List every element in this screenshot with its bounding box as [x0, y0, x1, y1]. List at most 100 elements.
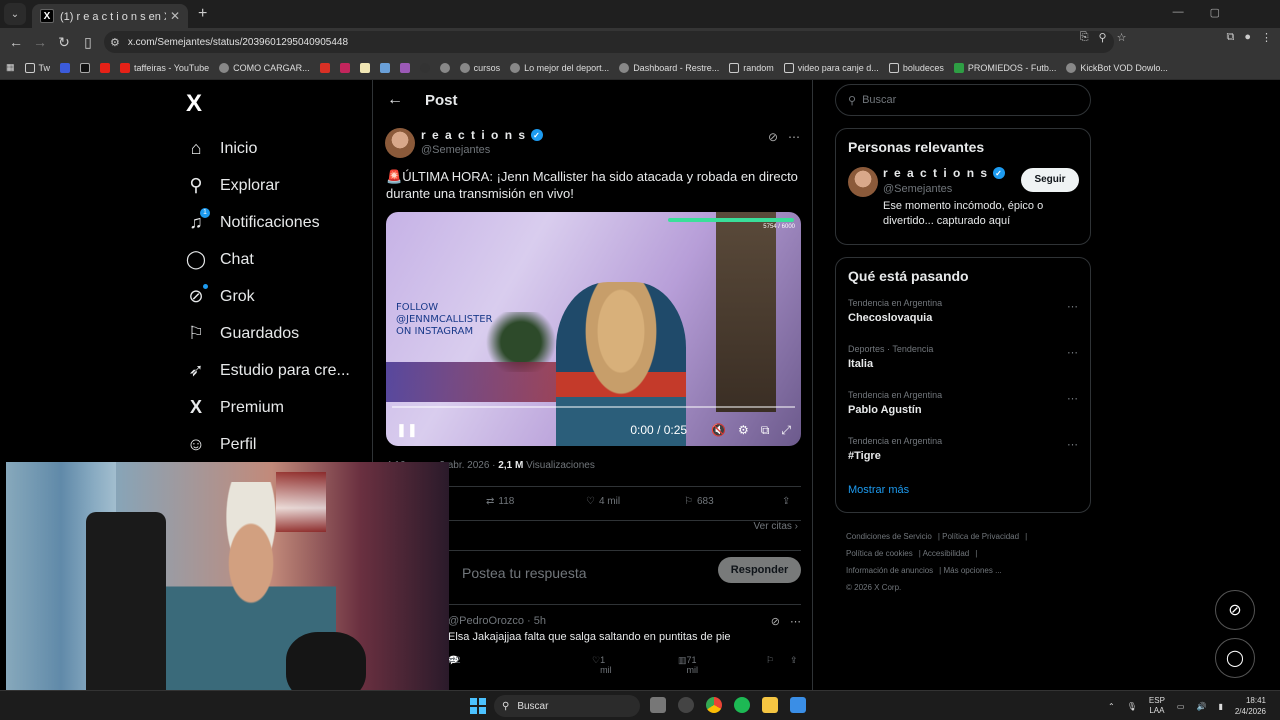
bookmark-item[interactable] [60, 62, 71, 73]
reload-icon[interactable]: ↻ [52, 34, 76, 51]
relevant-handle[interactable]: @Semejantes [883, 183, 952, 195]
bookmark-item[interactable] [419, 62, 430, 73]
trend-item[interactable]: Tendencia en Argentina Pablo Agustín ⋯ [836, 386, 1090, 432]
show-more-link[interactable]: Mostrar más [836, 478, 1090, 508]
footer-link[interactable]: Política de Privacidad [942, 532, 1019, 541]
bookmark-item[interactable]: boludeces [888, 62, 944, 73]
share-action[interactable]: ⇪ [782, 496, 790, 507]
relevant-name[interactable]: r e a c t i o n s ✓ [883, 166, 1005, 180]
bookmark-item[interactable]: taffeiras - YouTube [120, 62, 209, 73]
more-icon[interactable]: ⋯ [790, 615, 801, 628]
chrome-icon[interactable] [706, 697, 722, 713]
menu-icon[interactable]: ⋮ [1261, 31, 1272, 44]
footer-link[interactable]: Accesibilidad [923, 549, 970, 558]
sidebar-item-guardados[interactable]: ⚐ Guardados [184, 315, 350, 352]
mute-icon[interactable]: 🔇 [711, 423, 726, 437]
sidebar-item-explorar[interactable]: ⚲ Explorar [184, 167, 350, 204]
bookmark-item[interactable] [379, 62, 390, 73]
video-progress-bar[interactable] [392, 406, 795, 408]
tab-close-icon[interactable]: ✕ [170, 9, 180, 23]
windows-start-icon[interactable] [470, 698, 486, 714]
bookmark-item[interactable]: cursos [459, 62, 500, 73]
x-logo-icon[interactable]: X [186, 90, 202, 118]
new-tab-button[interactable]: + [198, 5, 207, 23]
back-arrow-icon[interactable]: ← [387, 91, 403, 109]
zoom-icon[interactable]: ⚲ [1099, 31, 1107, 44]
bookmark-item[interactable]: random [729, 62, 774, 73]
footer-link[interactable]: Información de anuncios [846, 566, 933, 575]
trend-item[interactable]: Tendencia en Argentina #Tigre ⋯ [836, 432, 1090, 478]
install-icon[interactable]: ⎘ [1080, 31, 1089, 44]
language-indicator[interactable]: ESP LAA [1149, 696, 1165, 716]
share-icon[interactable]: ⇪ [790, 655, 798, 666]
tray-chevron-icon[interactable]: ⌃ [1108, 702, 1115, 711]
bookmark-item[interactable] [339, 62, 350, 73]
more-icon[interactable]: ⋯ [1067, 300, 1078, 313]
pause-icon[interactable]: ❚❚ [396, 422, 418, 438]
spotify-icon[interactable] [734, 697, 750, 713]
post-author[interactable]: r e a c t i o n s ✓ @Semejantes [385, 128, 543, 158]
minimize-icon[interactable]: — [1173, 6, 1184, 19]
more-icon[interactable]: ⋯ [1067, 438, 1078, 451]
bookmark-item[interactable]: KickBot VOD Dowlo... [1066, 62, 1168, 73]
avatar[interactable] [385, 128, 415, 158]
bookmark-item[interactable]: Dashboard - Restre... [619, 62, 719, 73]
reply-button[interactable]: Responder [718, 557, 801, 583]
battery-icon[interactable]: ▮ [1218, 702, 1222, 711]
star-icon[interactable]: ☆ [1117, 31, 1127, 44]
chat-fab-button[interactable]: ◯ [1215, 638, 1255, 678]
sidebar-item-chat[interactable]: ◯ Chat [184, 241, 350, 278]
bookmark-item[interactable] [80, 62, 91, 73]
retweet-action[interactable]: ⇄ 2 [448, 655, 461, 666]
bookmark-item[interactable]: Lo mejor del deport... [510, 62, 609, 73]
bookmark-action[interactable]: ⚐ 683 [684, 496, 714, 507]
footer-link[interactable]: Más opciones ... [943, 566, 1001, 575]
bookmark-item[interactable] [319, 62, 330, 73]
bookmark-item[interactable] [100, 62, 111, 73]
like-action[interactable]: ♡ 1 mil [592, 655, 612, 675]
site-info-icon[interactable]: ⚙ [110, 36, 120, 49]
split-view-icon[interactable]: ▯ [76, 34, 100, 51]
fullscreen-icon[interactable]: ⤢ [781, 423, 791, 438]
bookmark-item[interactable] [439, 62, 450, 73]
video-player[interactable]: FOLLOW @JENNMCALLISTER ON INSTAGRAM 5754… [386, 212, 801, 446]
bookmark-item[interactable] [399, 62, 410, 73]
views-action[interactable]: ▥ 71 mil [678, 655, 698, 675]
extensions-icon[interactable]: ⧉ [1226, 31, 1234, 44]
pip-icon[interactable]: ⧉ [761, 423, 770, 438]
avatar[interactable] [848, 167, 878, 197]
sidebar-item-estudio[interactable]: ➶ Estudio para cre... [184, 352, 349, 389]
bookmark-item[interactable]: Tw [24, 62, 50, 73]
network-icon[interactable]: ▭ [1177, 702, 1185, 711]
trend-item[interactable]: Tendencia en Argentina Checoslovaquia ⋯ [836, 294, 1090, 340]
footer-link[interactable]: Condiciones de Servicio [846, 532, 932, 541]
reply-author[interactable]: @PedroOrozco · 5h [448, 615, 546, 627]
more-icon[interactable]: ⋯ [1067, 392, 1078, 405]
forward-icon[interactable]: → [28, 34, 52, 50]
task-view-icon[interactable] [650, 697, 666, 713]
follow-button[interactable]: Seguir [1021, 168, 1079, 192]
tab-search-button[interactable]: ⌄ [4, 3, 26, 25]
search-input[interactable]: ⚲ Buscar [835, 84, 1091, 116]
grok-explain-icon[interactable]: ⊘ [771, 615, 780, 628]
more-icon[interactable]: ⋯ [1067, 346, 1078, 359]
url-field[interactable]: ⚙ x.com/Semejantes/status/20396012950409… [104, 31, 1114, 53]
volume-icon[interactable]: 🔊 [1196, 702, 1206, 711]
sidebar-item-premium[interactable]: X Premium [184, 389, 350, 426]
see-quotes-link[interactable]: Ver citas › [754, 521, 798, 532]
trend-item[interactable]: Deportes · Tendencia Italia ⋯ [836, 340, 1090, 386]
settings-icon[interactable]: ⚙ [738, 423, 749, 437]
profile-icon[interactable]: ● [1244, 31, 1251, 44]
bookmark-item[interactable]: COMO CARGAR... [219, 62, 310, 73]
bookmark-item[interactable]: PROMIEDOS - Futb... [953, 62, 1056, 73]
bookmark-icon[interactable]: ⚐ [766, 655, 774, 666]
store-icon[interactable] [790, 697, 806, 713]
author-name[interactable]: r e a c t i o n s ✓ [421, 128, 543, 142]
maximize-icon[interactable]: ▢ [1210, 6, 1220, 19]
retweet-action[interactable]: ⇄ 118 [486, 496, 514, 507]
sidebar-item-notificaciones[interactable]: ♫ 1 Notificaciones [184, 204, 350, 241]
clock[interactable]: 18:41 2/4/2026 [1235, 695, 1266, 717]
footer-link[interactable]: Política de cookies [846, 549, 913, 558]
like-action[interactable]: ♡ 4 mil [586, 496, 620, 507]
bookmark-item[interactable] [359, 62, 370, 73]
